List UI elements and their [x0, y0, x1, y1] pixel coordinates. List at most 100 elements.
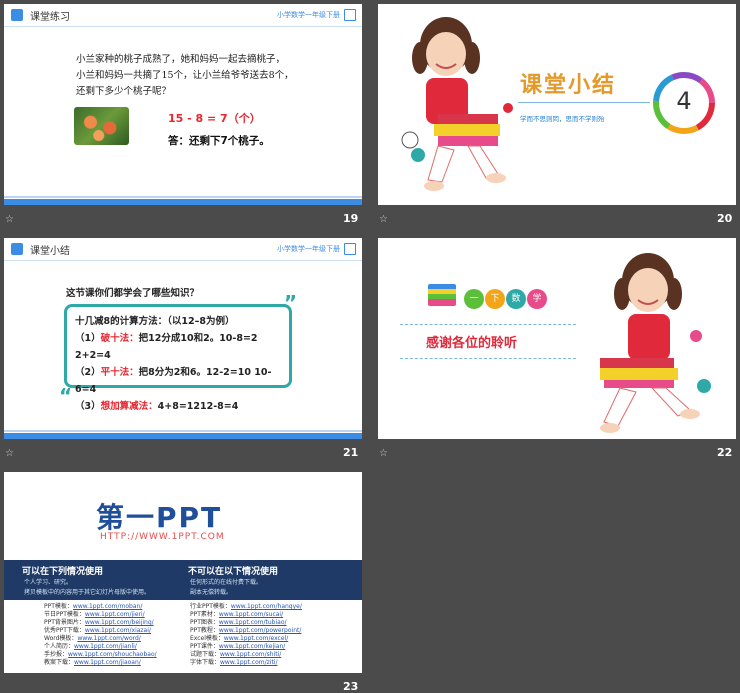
item-detail: 4+8=1212-8=4 [157, 401, 239, 412]
slide-header: 课堂小结 小学数学一年级下册 [4, 238, 362, 261]
badge-char: 学 [527, 289, 547, 309]
list-item: 试题下载：www.1ppt.com/shiti/ [190, 651, 282, 658]
slide-20[interactable]: 课堂小结 学而不思则罔，思而不学则殆 4 [378, 4, 736, 205]
section-title: 课堂小结 [520, 73, 617, 98]
peach-image [74, 107, 129, 145]
link[interactable]: www.1ppt.com/shiti/ [220, 651, 281, 658]
divider-top [400, 324, 576, 325]
section-subtitle: 学而不思则罔，思而不学则殆 [520, 115, 605, 123]
left-link-list: PPT模板：www.1ppt.com/moban/ 节日PPT模板：www.1p… [44, 603, 157, 667]
link[interactable]: www.1ppt.com/ziti/ [220, 659, 277, 666]
item-method: 平十法： [100, 367, 139, 378]
cannot-item: 任何形式的在线付费下载。 [190, 579, 263, 586]
item-method: 想加算减法： [100, 401, 158, 412]
item-method: 破十法： [100, 333, 139, 344]
header-title: 课堂练习 [30, 12, 70, 23]
header-crumb: 小学数学一年级下册 [277, 245, 340, 253]
list-item: 优秀PPT下载：www.1ppt.com/xiazai/ [44, 627, 151, 634]
equation: 15 - 8 = 7（个） [168, 112, 261, 125]
can-item: 个人学习、研究。 [24, 579, 73, 586]
bottom-line [4, 196, 362, 198]
slide-23[interactable]: 第一PPT HTTP://WWW.1PPT.COM 可以在下列情况使用 个人学习… [4, 472, 362, 673]
slide-number: 23 [343, 680, 359, 693]
link[interactable]: www.1ppt.com/xiazai/ [85, 627, 151, 634]
slide-header: 课堂练习 小学数学一年级下册 [4, 4, 362, 27]
box-title: 十几减8的计算方法：（以12–8为例） [75, 316, 235, 327]
link[interactable]: www.1ppt.com/shouchaobao/ [68, 651, 157, 658]
badge-char: 数 [506, 289, 526, 309]
slide-19-transition-icon[interactable]: ☆ [5, 214, 14, 225]
girl-illustration [600, 253, 711, 433]
summary-box: ” “ 十几减8的计算方法：（以12–8为例） （1）破十法：把12分成10和2… [59, 293, 297, 412]
list-item: 教案下载：www.1ppt.com/jiaoan/ [44, 659, 141, 666]
item-prefix: （1） [75, 333, 101, 344]
problem-line: 小兰和妈妈一共摘了15个，让小兰给爷爷送去8个， [76, 70, 294, 81]
slide-20-transition-icon[interactable]: ☆ [379, 214, 388, 225]
bottom-bar [4, 433, 362, 439]
link[interactable]: www.1ppt.com/powerpoint/ [219, 627, 301, 634]
list-item: PPT背景图片：www.1ppt.com/beijing/ [44, 619, 154, 626]
slide-22-transition-icon[interactable]: ☆ [379, 448, 388, 459]
logo-url: HTTP://WWW.1PPT.COM [100, 532, 225, 542]
problem-text: 小兰家种的桃子成熟了，她和妈妈一起去摘桃子， 小兰和妈妈一共摘了15个，让小兰给… [76, 52, 294, 100]
slide-number: 22 [717, 446, 733, 459]
link[interactable]: www.1ppt.com/beijing/ [85, 619, 154, 626]
slide-21-transition-icon[interactable]: ☆ [5, 448, 14, 459]
slide-number: 20 [717, 212, 733, 225]
link[interactable]: www.1ppt.com/kejian/ [219, 643, 285, 650]
list-item: PPT模板：www.1ppt.com/moban/ [44, 603, 143, 610]
item-prefix: （3） [75, 401, 101, 412]
can-title: 可以在下列情况使用 [22, 567, 104, 577]
header-square-icon [11, 243, 23, 255]
list-item: PPT素材：www.1ppt.com/sucai/ [190, 611, 284, 618]
edit-icon [344, 243, 356, 255]
link[interactable]: www.1ppt.com/excel/ [224, 635, 288, 642]
link[interactable]: www.1ppt.com/hangye/ [231, 603, 302, 610]
thanks-text: 感谢各位的聆听 [426, 336, 518, 351]
cannot-item: 副本无偿转载。 [190, 589, 233, 596]
list-item: PPT课件：www.1ppt.com/kejian/ [190, 643, 286, 650]
books-icon [428, 284, 456, 306]
link[interactable]: www.1ppt.com/sucai/ [219, 611, 283, 618]
method-item: （1）破十法：把12分成10和2。10-8=2 2+2=4 [75, 330, 281, 364]
method-item: （3）想加算减法：4+8=1212-8=4 [75, 398, 281, 415]
list-item: Excel模板：www.1ppt.com/excel/ [190, 635, 289, 642]
item-prefix: （2） [75, 367, 101, 378]
quote-close-icon: “ [59, 384, 73, 408]
bottom-bar [4, 199, 362, 205]
usage-panel: 可以在下列情况使用 个人学习、研究。 拷贝模板中的内容用于其它幻灯片母版中使用。… [4, 560, 362, 600]
link[interactable]: www.1ppt.com/jiaoan/ [74, 659, 141, 666]
edit-icon [344, 9, 356, 21]
can-item: 拷贝模板中的内容用于其它幻灯片母版中使用。 [24, 589, 151, 596]
girl-illustration [401, 17, 513, 191]
list-item: 节日PPT模板：www.1ppt.com/jieri/ [44, 611, 145, 618]
problem-line: 小兰家种的桃子成熟了，她和妈妈一起去摘桃子， [76, 54, 286, 65]
list-item: 个人简历：www.1ppt.com/jianli/ [44, 643, 137, 650]
bottom-line [4, 430, 362, 432]
list-item: 手抄报：www.1ppt.com/shouchaobao/ [44, 651, 157, 658]
badge-char: 下 [485, 289, 505, 309]
slide-19[interactable]: 课堂练习 小学数学一年级下册 小兰家种的桃子成熟了，她和妈妈一起去摘桃子， 小兰… [4, 4, 362, 205]
slide-21[interactable]: 课堂小结 小学数学一年级下册 这节课你们都学会了哪些知识？ ” “ 十几减8的计… [4, 238, 362, 439]
quote-open-icon: ” [283, 291, 297, 315]
link[interactable]: www.1ppt.com/word/ [77, 635, 140, 642]
list-item: 字体下载：www.1ppt.com/ziti/ [190, 659, 278, 666]
link[interactable]: www.1ppt.com/jieri/ [85, 611, 145, 618]
cannot-title: 不可以在以下情况使用 [188, 567, 279, 577]
slide-number: 19 [343, 212, 359, 225]
slide-22[interactable]: 一下数学 感谢各位的聆听 [378, 238, 736, 439]
section-number: 4 [676, 87, 692, 115]
link[interactable]: www.1ppt.com/tubiao/ [219, 619, 287, 626]
link[interactable]: www.1ppt.com/jianli/ [74, 643, 137, 650]
link[interactable]: www.1ppt.com/moban/ [73, 603, 142, 610]
divider-bottom [400, 358, 576, 359]
list-item: PPT图表：www.1ppt.com/tubiao/ [190, 619, 287, 626]
summary-question: 这节课你们都学会了哪些知识？ [66, 288, 200, 299]
list-item: 行业PPT模板：www.1ppt.com/hangye/ [190, 603, 302, 610]
method-item: （2）平十法：把8分为2和6。12-2=10 10-6=4 [75, 364, 281, 398]
header-crumb: 小学数学一年级下册 [277, 11, 340, 19]
subject-badge: 一下数学 [464, 286, 548, 309]
header-title: 课堂小结 [30, 246, 70, 257]
list-item: Word模板：www.1ppt.com/word/ [44, 635, 141, 642]
answer: 答：还剩下7个桃子。 [168, 135, 270, 147]
